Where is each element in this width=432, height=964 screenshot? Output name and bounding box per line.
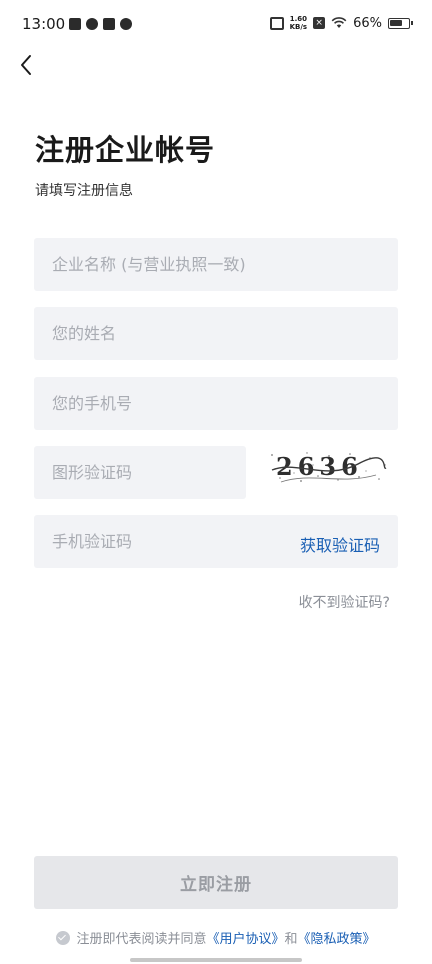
privacy-policy-link[interactable]: 《隐私政策》	[298, 928, 376, 947]
browser-app-icon	[86, 18, 98, 30]
get-sms-code-button[interactable]: 获取验证码	[300, 532, 380, 556]
status-time: 13:00	[22, 15, 66, 33]
system-icons: 1.60 KB/s × 66%	[269, 15, 413, 31]
notification-icons	[69, 18, 132, 30]
agreement-line: 注册即代表阅读并同意 《用户协议》 和 《隐私政策》	[0, 928, 432, 947]
phone-field	[34, 377, 398, 430]
mail-app-icon	[103, 18, 115, 30]
user-agreement-link[interactable]: 《用户协议》	[206, 928, 284, 947]
page-subtitle: 请填写注册信息	[35, 183, 133, 199]
network-speed: 1.60 KB/s	[290, 15, 307, 31]
captcha-field	[34, 446, 246, 499]
agreement-check-icon[interactable]	[56, 930, 71, 945]
back-button[interactable]	[14, 52, 40, 78]
company-name-field	[34, 238, 398, 291]
home-indicator	[130, 958, 302, 962]
battery-percent: 66%	[353, 15, 382, 31]
agreement-prefix: 注册即代表阅读并同意	[76, 932, 207, 947]
no-code-link[interactable]: 收不到验证码?	[299, 592, 390, 612]
agreement-conjunction: 和	[284, 932, 298, 947]
network-speed-value: 1.60	[289, 15, 307, 23]
captcha-image[interactable]: 2636	[266, 447, 390, 487]
page-title: 注册企业帐号	[35, 133, 216, 167]
video-app-icon	[69, 18, 81, 30]
network-speed-unit: KB/s	[289, 23, 308, 31]
captcha-input[interactable]	[34, 446, 246, 499]
wechat-icon	[120, 18, 132, 30]
battery-icon	[388, 17, 413, 29]
no-sim-icon: ×	[313, 17, 326, 29]
status-bar: 13:00 1.60 KB/s × 66%	[0, 0, 432, 50]
name-input[interactable]	[34, 307, 398, 360]
vibrate-icon	[269, 16, 284, 30]
chevron-left-icon	[21, 55, 31, 75]
company-name-input[interactable]	[34, 238, 398, 291]
name-field	[34, 307, 398, 360]
sms-code-field: 获取验证码	[34, 515, 398, 568]
phone-input[interactable]	[34, 377, 398, 430]
wifi-icon	[331, 17, 347, 28]
register-button[interactable]: 立即注册	[34, 856, 398, 909]
